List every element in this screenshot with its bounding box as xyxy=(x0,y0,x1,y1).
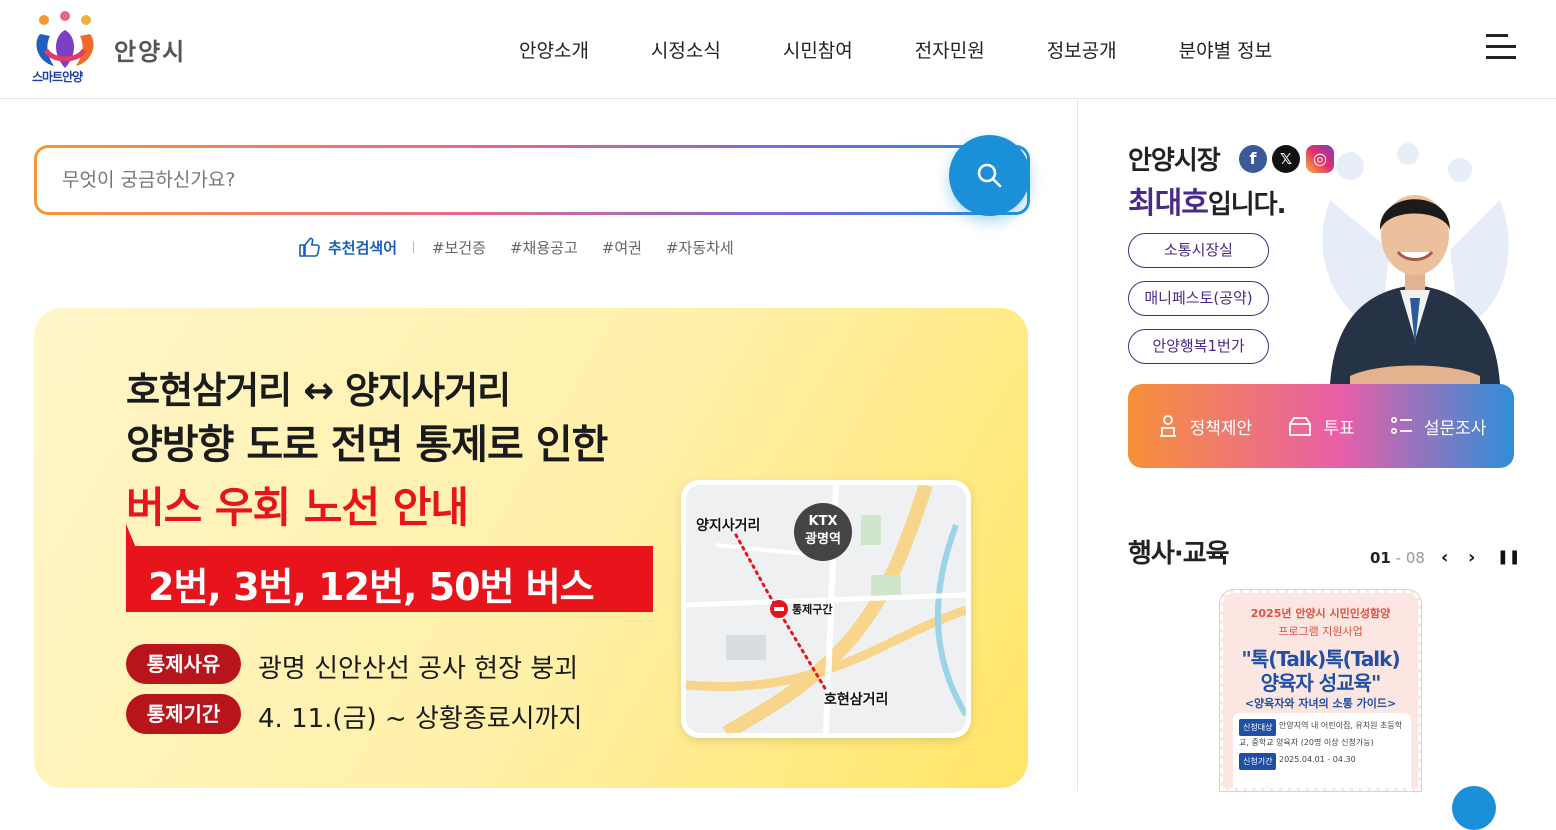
poster-tagline: <양육자와 자녀의 소통 가이드> xyxy=(1244,697,1397,710)
mayor-name-line: 최대호입니다. xyxy=(1128,178,1287,222)
events-section-title: 행사·교육 xyxy=(1128,539,1230,569)
poster-row: 신청기간 2025.04.01 - 04.30 xyxy=(1239,753,1405,770)
page-separator: - xyxy=(1390,549,1406,567)
events-pagination: 01 - 08 xyxy=(1370,549,1425,567)
main-banner[interactable]: 호현삼거리 ↔ 양지사거리 양방향 도로 전면 통제로 인한 버스 우회 노선 … xyxy=(34,308,1028,788)
keyword-tag[interactable]: #채용공고 xyxy=(510,237,578,258)
mayor-photo xyxy=(1322,143,1509,384)
nav-field-info[interactable]: 분야별 정보 xyxy=(1148,36,1303,63)
no-entry-icon xyxy=(770,600,788,618)
poster-tag: 신청대상 xyxy=(1239,719,1277,736)
hamburger-menu-icon[interactable] xyxy=(1486,34,1516,60)
prev-arrow-icon[interactable]: ‹ xyxy=(1441,547,1448,568)
event-poster[interactable]: 2025년 안양시 시민인성함양 프로그램 지원사업 "톡(Talk)톡(Tal… xyxy=(1220,590,1421,791)
ballot-box-icon xyxy=(1289,417,1312,436)
policy-proposal-label: 정책제안 xyxy=(1189,418,1253,439)
survey-label: 설문조사 xyxy=(1423,418,1487,439)
pause-icon[interactable]: ❚❚ xyxy=(1497,549,1520,565)
poster-details: 신청대상 안양지역 내 어린이집, 유치원 초등학교, 중학교 양육자 (20명… xyxy=(1233,713,1411,788)
x-twitter-icon[interactable]: 𝕏 xyxy=(1272,145,1300,173)
policy-proposal-button[interactable]: 정책제안 xyxy=(1156,414,1253,439)
ktx-label: KTX xyxy=(808,514,838,529)
person-podium-icon xyxy=(1159,415,1176,437)
site-header: 스마트안양 안양시 안양소개 시정소식 시민참여 전자민원 정보공개 분야별 정… xyxy=(0,0,1556,99)
banner-line1: 호현삼거리 ↔ 양지사거리 xyxy=(126,369,511,412)
recommended-label: 추천검색어 xyxy=(328,238,398,257)
main-nav: 안양소개 시정소식 시민참여 전자민원 정보공개 분야별 정보 xyxy=(488,36,1303,63)
mayor-name: 최대호 xyxy=(1128,186,1209,221)
keyword-tag[interactable]: #보건증 xyxy=(432,237,486,258)
nav-e-civil-service[interactable]: 전자민원 xyxy=(884,36,1016,63)
facebook-icon[interactable]: f xyxy=(1239,145,1267,173)
bus-routes: 2번, 3번, 12번, 50번 버스 xyxy=(148,565,595,609)
next-arrow-icon[interactable]: › xyxy=(1468,547,1475,568)
instagram-icon[interactable]: ◎ xyxy=(1306,145,1334,173)
happiness-no1-button[interactable]: 안양행복1번가 xyxy=(1128,329,1269,364)
recommended-keywords: 추천검색어 #보건증 #채용공고 #여권 #자동차세 xyxy=(298,236,758,258)
poster-row: 신청대상 안양지역 내 어린이집, 유치원 초등학교, 중학교 양육자 (20명… xyxy=(1239,719,1405,749)
poster-tag: 신청기간 xyxy=(1239,753,1277,770)
column-divider xyxy=(1077,99,1078,791)
checklist-icon xyxy=(1390,416,1412,435)
current-page: 01 xyxy=(1370,549,1391,567)
mayor-office-button[interactable]: 소통시장실 xyxy=(1128,233,1269,268)
keyword-tag[interactable]: #자동차세 xyxy=(666,237,734,258)
reason-text: 광명 신안산선 공사 현장 붕괴 xyxy=(258,654,579,684)
banner-line2: 양방향 도로 전면 통제로 인한 xyxy=(126,422,608,468)
total-pages: 08 xyxy=(1405,549,1425,567)
detour-map: 양지사거리 KTX 광명역 통제구간 호현삼거리 xyxy=(686,485,966,733)
survey-button[interactable]: 설문조사 xyxy=(1390,414,1487,439)
station-label: 광명역 xyxy=(805,532,841,547)
red-box-notch xyxy=(126,524,136,548)
logo-caption: 스마트안양 xyxy=(32,70,83,84)
mayor-name-suffix: 입니다. xyxy=(1207,190,1287,220)
divider xyxy=(413,241,415,253)
city-name[interactable]: 안양시 xyxy=(114,32,186,67)
detour-map-card: 양지사거리 KTX 광명역 통제구간 호현삼거리 xyxy=(681,480,971,738)
ktx-station-marker: KTX 광명역 xyxy=(794,503,852,561)
search-button[interactable] xyxy=(949,135,1030,216)
reason-badge: 통제사유 xyxy=(126,644,241,684)
nav-citizen-participation[interactable]: 시민참여 xyxy=(752,36,884,63)
vote-label: 투표 xyxy=(1323,418,1355,439)
nav-information-disclosure[interactable]: 정보공개 xyxy=(1016,36,1148,63)
map-label-west: 양지사거리 xyxy=(696,518,761,534)
poster-title-line2: 양육자 성교육" xyxy=(1260,671,1382,695)
search-icon xyxy=(977,163,1002,188)
banner-line3: 버스 우회 노선 안내 xyxy=(126,483,469,532)
poster-row-text: 2025.04.01 - 04.30 xyxy=(1279,755,1356,764)
blocked-section-label: 통제구간 xyxy=(792,603,833,616)
period-badge: 통제기간 xyxy=(126,694,241,734)
nav-about-anyang[interactable]: 안양소개 xyxy=(488,36,620,63)
floating-action-button[interactable] xyxy=(1452,786,1496,830)
participation-bar: 정책제안 투표 설문조사 xyxy=(1128,384,1514,468)
manifesto-button[interactable]: 매니페스토(공약) xyxy=(1128,281,1269,316)
vote-button[interactable]: 투표 xyxy=(1287,414,1355,439)
search-input[interactable] xyxy=(62,166,922,194)
thumbs-up-icon xyxy=(299,237,320,257)
period-text: 4. 11.(금) ~ 상황종료시까지 xyxy=(258,704,583,734)
keyword-tag[interactable]: #여권 xyxy=(602,237,642,258)
map-label-south: 호현삼거리 xyxy=(824,692,889,708)
mayor-title: 안양시장 xyxy=(1128,146,1221,176)
nav-city-news[interactable]: 시정소식 xyxy=(620,36,752,63)
poster-subheadline: 프로그램 지원사업 xyxy=(1278,625,1363,638)
poster-headline: 2025년 안양시 시민인성함양 xyxy=(1250,607,1391,620)
